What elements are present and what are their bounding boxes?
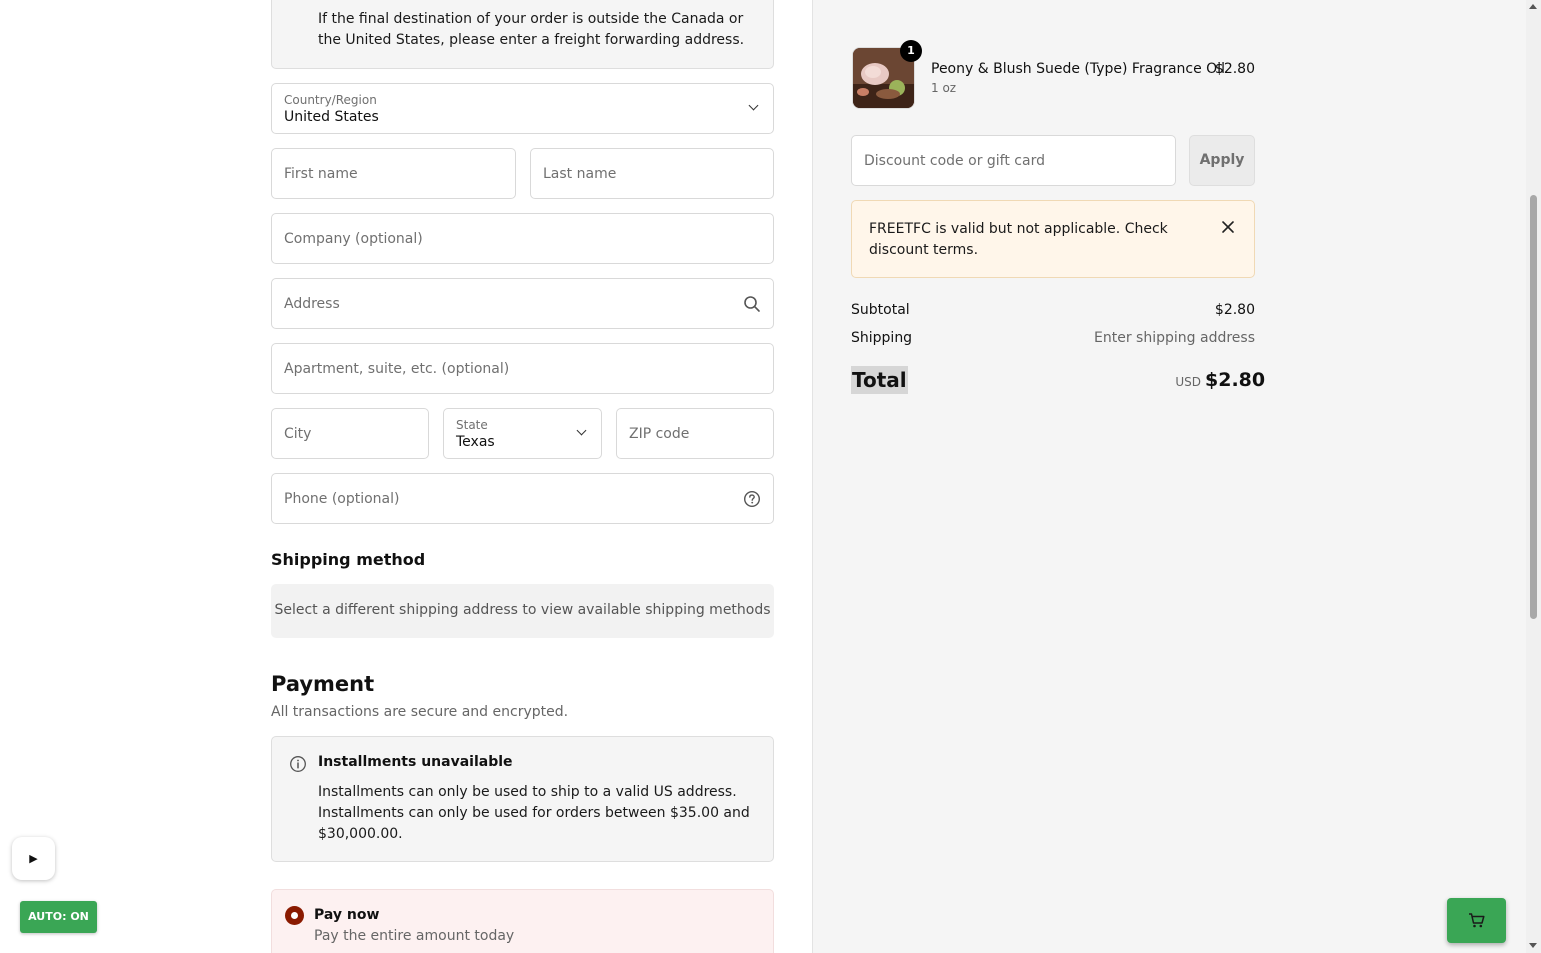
- zip-field[interactable]: ZIP code: [616, 408, 774, 459]
- installments-line-2: Installments can only be used for orders…: [318, 805, 750, 842]
- discount-placeholder: Discount code or gift card: [864, 152, 1045, 169]
- product-price: $2.80: [1214, 61, 1255, 77]
- apply-discount-button[interactable]: Apply: [1189, 135, 1255, 186]
- address-placeholder: Address: [284, 295, 340, 312]
- total-currency: USD: [1175, 375, 1201, 389]
- shipping-label: Shipping: [851, 330, 913, 346]
- address-field[interactable]: Address: [271, 278, 774, 329]
- payment-subtitle: All transactions are secure and encrypte…: [271, 704, 569, 720]
- state-value: Texas: [456, 434, 495, 450]
- shipping-value: Enter shipping address: [1094, 330, 1255, 346]
- checkout-form-panel: If the final destination of your order i…: [0, 0, 812, 953]
- product-variant: 1 oz: [931, 81, 957, 95]
- first-name-field[interactable]: First name: [271, 148, 516, 199]
- shipping-method-box: Select a different shipping address to v…: [271, 584, 774, 638]
- cart-icon: [1469, 913, 1485, 928]
- installments-line-1: Installments can only be used to ship to…: [318, 784, 737, 800]
- close-icon[interactable]: [1220, 219, 1236, 235]
- scroll-down-icon[interactable]: [1529, 943, 1537, 948]
- last-name-field[interactable]: Last name: [530, 148, 774, 199]
- state-select[interactable]: State Texas: [443, 408, 602, 459]
- subtotal-label: Subtotal: [851, 302, 910, 318]
- freight-notice-text: If the final destination of your order i…: [318, 11, 745, 48]
- pay-now-option[interactable]: Pay now Pay the entire amount today: [271, 889, 774, 953]
- city-placeholder: City: [284, 425, 312, 442]
- apartment-placeholder: Apartment, suite, etc. (optional): [284, 360, 510, 377]
- country-label: Country/Region: [284, 93, 377, 107]
- freight-notice: If the final destination of your order i…: [271, 0, 774, 69]
- chevron-down-icon: [576, 425, 587, 436]
- total-value: $2.80: [1205, 369, 1266, 391]
- quantity-badge: 1: [900, 40, 922, 62]
- phone-placeholder: Phone (optional): [284, 490, 400, 507]
- city-field[interactable]: City: [271, 408, 429, 459]
- installments-box: Installments unavailable Installments ca…: [271, 736, 774, 862]
- last-name-placeholder: Last name: [543, 165, 617, 182]
- first-name-placeholder: First name: [284, 165, 358, 182]
- pay-now-radio[interactable]: [285, 906, 304, 925]
- installments-title: Installments unavailable: [318, 754, 513, 770]
- cart-button[interactable]: [1447, 898, 1506, 943]
- country-select[interactable]: Country/Region United States: [271, 83, 774, 134]
- apartment-field[interactable]: Apartment, suite, etc. (optional): [271, 343, 774, 394]
- state-label: State: [456, 418, 488, 432]
- info-icon: [290, 756, 306, 772]
- help-icon[interactable]: [743, 490, 761, 508]
- pay-now-subtitle: Pay the entire amount today: [314, 928, 515, 944]
- subtotal-value: $2.80: [1214, 302, 1255, 318]
- play-button[interactable]: ▶: [12, 837, 55, 880]
- discount-alert: FREETFC is valid but not applicable. Che…: [851, 200, 1255, 278]
- scroll-up-icon[interactable]: [1529, 4, 1537, 9]
- phone-field[interactable]: Phone (optional): [271, 473, 774, 524]
- company-placeholder: Company (optional): [284, 230, 423, 247]
- country-value: United States: [284, 109, 379, 125]
- discount-alert-text: FREETFC is valid but not applicable. Che…: [869, 221, 1168, 258]
- discount-code-input[interactable]: Discount code or gift card: [851, 135, 1176, 186]
- total-label: Total: [851, 366, 908, 394]
- zip-placeholder: ZIP code: [629, 425, 690, 442]
- shipping-method-title: Shipping method: [271, 550, 426, 569]
- search-icon: [744, 295, 760, 312]
- scrollbar-thumb[interactable]: [1530, 195, 1537, 619]
- shipping-method-message: Select a different shipping address to v…: [274, 602, 771, 618]
- pay-now-title: Pay now: [314, 907, 380, 923]
- auto-toggle-button[interactable]: AUTO: ON: [20, 901, 97, 933]
- chevron-down-icon: [748, 100, 759, 111]
- company-field[interactable]: Company (optional): [271, 213, 774, 264]
- scrollbar[interactable]: [1526, 0, 1541, 953]
- payment-title: Payment: [271, 672, 375, 696]
